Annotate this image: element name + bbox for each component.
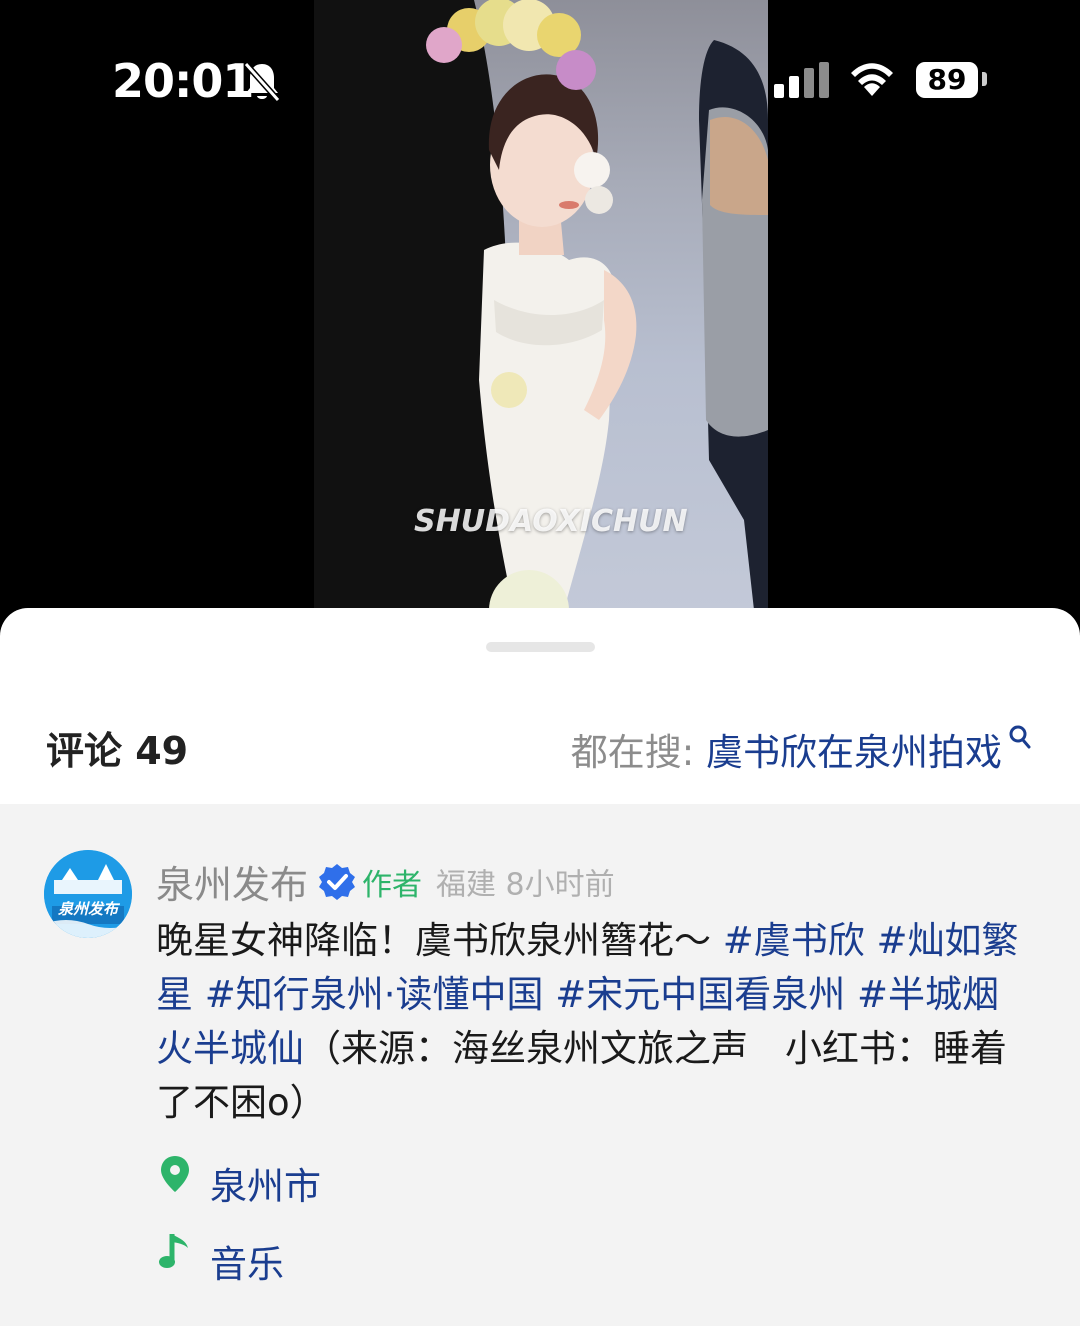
trending-search-term[interactable]: 虞书欣在泉州拍戏 — [706, 731, 1002, 774]
wifi-icon — [851, 63, 893, 96]
author-name[interactable]: 泉州发布 — [156, 863, 308, 907]
video-player[interactable]: SHUDAOXICHUN 20:01 89 — [0, 0, 1080, 620]
music-note-icon — [159, 1234, 188, 1268]
author-row: 泉州发布 作者 福建 8小时前 — [156, 854, 615, 907]
trending-search[interactable]: 都在搜: 虞书欣在泉州拍戏 — [571, 722, 1032, 776]
signal-icon — [774, 62, 829, 98]
location-label[interactable]: 泉州市 — [210, 1156, 321, 1210]
comment-sheet: 评论 49 都在搜: 虞书欣在泉州拍戏 泉州发布 泉州发布 作者 福建 8小时前 晚… — [0, 608, 1080, 1326]
comment-meta: 福建 8小时前 — [436, 867, 615, 903]
status-bar: 20:01 89 — [0, 0, 1080, 160]
video-watermark: SHUDAOXICHUN — [414, 504, 688, 539]
trending-search-prefix: 都在搜: — [570, 731, 706, 774]
location-link[interactable]: 泉州市 — [158, 1154, 321, 1208]
drag-handle[interactable] — [486, 642, 595, 652]
music-label[interactable]: 音乐 — [210, 1234, 284, 1288]
comment-item: 泉州发布 泉州发布 作者 福建 8小时前 晚星女神降临！虞书欣泉州簪花～ #虞书欣 … — [0, 804, 1080, 1326]
verified-icon — [319, 863, 356, 900]
comment-count: 评论 49 — [46, 729, 189, 773]
battery-tip — [982, 72, 987, 86]
battery-indicator: 89 — [916, 62, 978, 98]
avatar-label: 泉州发布 — [57, 900, 118, 918]
music-link[interactable]: 音乐 — [158, 1230, 284, 1286]
comment-body: 晚星女神降临！虞书欣泉州簪花～ — [156, 919, 711, 962]
location-pin-icon — [161, 1156, 189, 1192]
avatar-logo — [44, 850, 132, 938]
bell-slash-icon — [243, 62, 281, 102]
search-icon[interactable] — [1008, 724, 1032, 750]
status-time: 20:01 — [112, 54, 254, 108]
author-badge: 作者 — [362, 867, 423, 903]
hashtag-link[interactable]: #虞书欣 — [711, 919, 865, 962]
hashtag-link[interactable]: #宋元中国看泉州 — [544, 973, 845, 1016]
avatar[interactable]: 泉州发布 — [44, 850, 132, 938]
comment-text: 晚星女神降临！虞书欣泉州簪花～ #虞书欣 #灿如繁星 #知行泉州·读懂中国 #宋… — [156, 914, 1036, 1130]
hashtag-link[interactable]: #知行泉州·读懂中国 — [193, 973, 544, 1016]
